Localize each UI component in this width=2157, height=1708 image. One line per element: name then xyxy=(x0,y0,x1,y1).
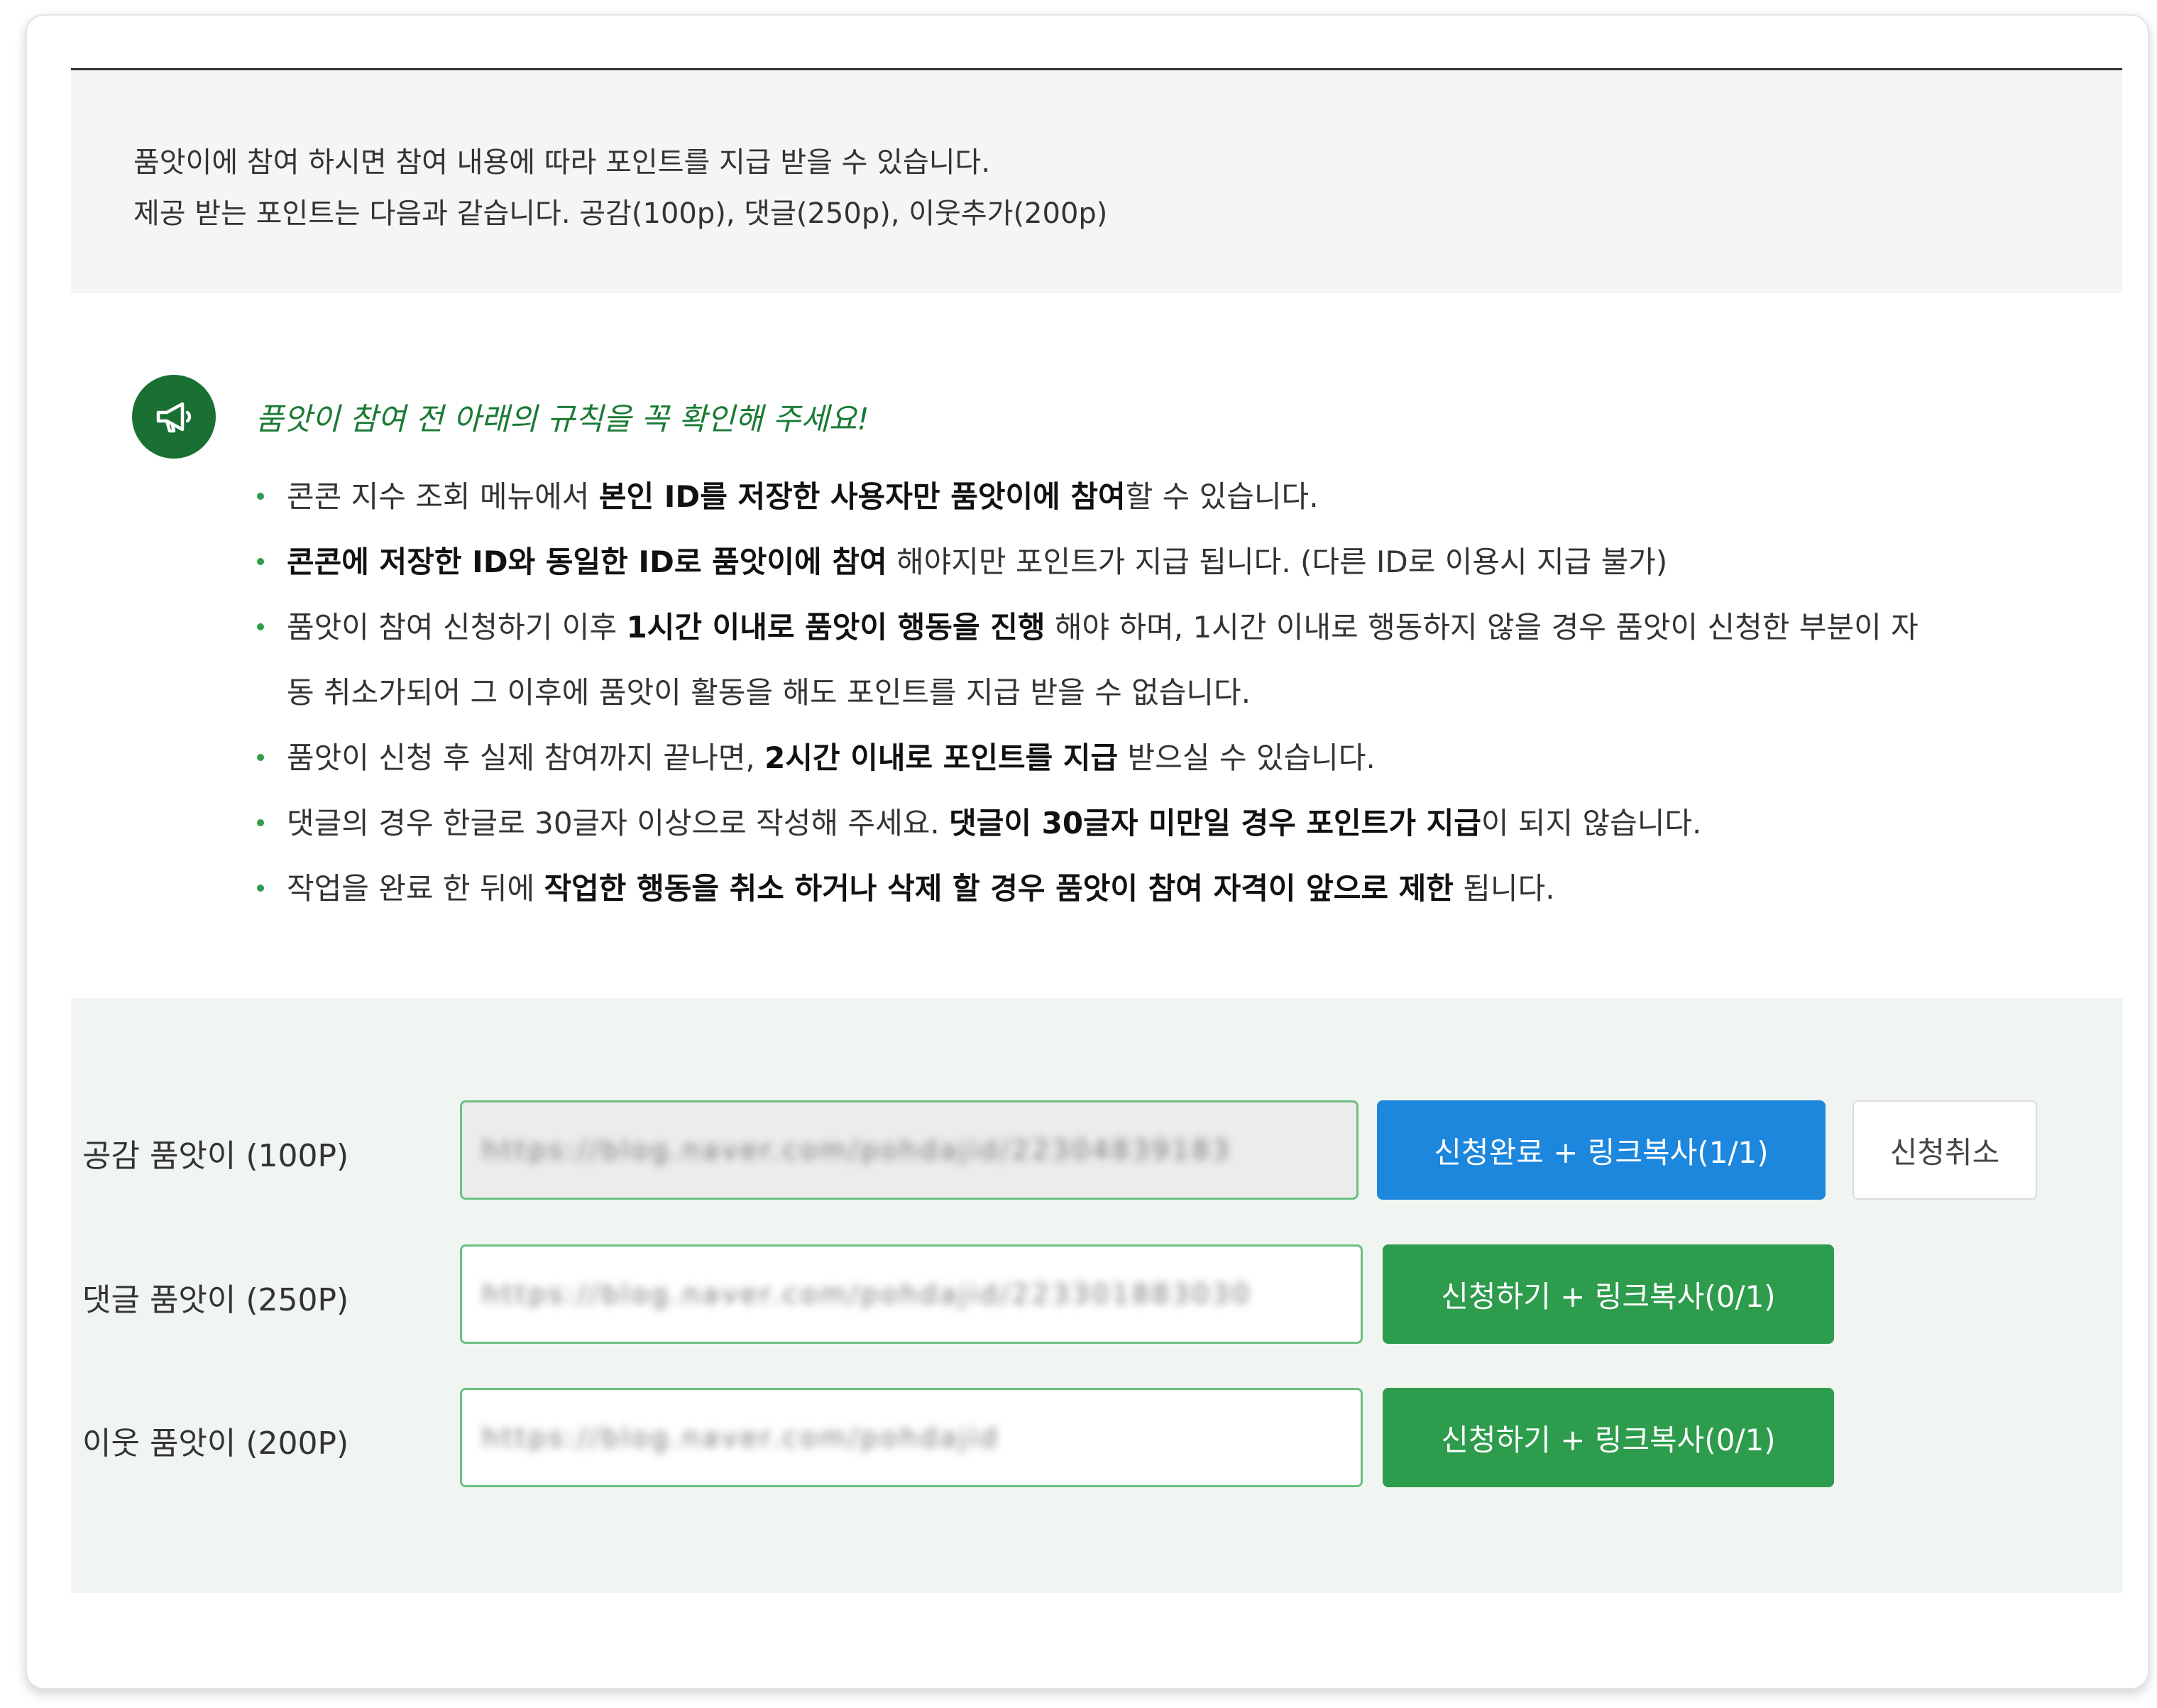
bullet-dot-icon xyxy=(257,885,264,892)
neighbor-url: https://blog.naver.com/pohdajid xyxy=(482,1422,1000,1453)
rule-segment: 품앗이 참여 신청하기 이후 xyxy=(287,610,627,645)
rule-segment: 받으실 수 있습니다. xyxy=(1118,740,1376,775)
rule-item: 댓글의 경우 한글로 30글자 이상으로 작성해 주세요. 댓글이 30글자 미… xyxy=(254,791,2100,856)
row-label-neighbor: 이웃 품앗이 (200P) xyxy=(82,1425,349,1462)
rule-emphasis: 댓글이 30글자 미만일 경우 포인트가 지급 xyxy=(949,806,1481,841)
notice-line-2: 제공 받는 포인트는 다음과 같습니다. 공감(100p), 댓글(250p),… xyxy=(133,197,1108,230)
neighbor-apply-button[interactable]: 신청하기 + 링크복사(0/1) xyxy=(1383,1388,1834,1487)
rule-text: 품앗이 참여 신청하기 이후 1시간 이내로 품앗이 행동을 진행 해야 하며,… xyxy=(287,595,2100,726)
rules-list: 콘콘 지수 조회 메뉴에서 본인 ID를 저장한 사용자만 품앗이에 참여할 수… xyxy=(254,464,2100,921)
bullet-dot-icon xyxy=(257,623,264,630)
rules-title: 품앗이 참여 전 아래의 규칙을 꼭 확인해 주세요! xyxy=(256,402,869,437)
rule-item: 콘콘에 저장한 ID와 동일한 ID로 품앗이에 참여 해야지만 포인트가 지급… xyxy=(254,530,2100,595)
rule-item: 품앗이 신청 후 실제 참여까지 끝나면, 2시간 이내로 포인트를 지급 받으… xyxy=(254,726,2100,791)
empathy-url-field: https://blog.naver.com/pohdajid/22304839… xyxy=(460,1100,1359,1200)
rule-segment: 콘콘 지수 조회 메뉴에서 xyxy=(287,479,599,514)
neighbor-url-field[interactable]: https://blog.naver.com/pohdajid xyxy=(460,1388,1363,1487)
comment-url-field[interactable]: https://blog.naver.com/pohdajid/22330188… xyxy=(460,1244,1363,1344)
rule-segment: 댓글의 경우 한글로 30글자 이상으로 작성해 주세요. xyxy=(287,806,950,841)
comment-url: https://blog.naver.com/pohdajid/22330188… xyxy=(482,1279,1252,1310)
empathy-url: https://blog.naver.com/pohdajid/22304839… xyxy=(482,1134,1232,1166)
points-notice: 품앗이에 참여 하시면 참여 내용에 따라 포인트를 지급 받을 수 있습니다.… xyxy=(71,70,2122,293)
notice-line-1: 품앗이에 참여 하시면 참여 내용에 따라 포인트를 지급 받을 수 있습니다. xyxy=(133,146,991,179)
rule-text: 댓글의 경우 한글로 30글자 이상으로 작성해 주세요. 댓글이 30글자 미… xyxy=(287,791,2100,856)
rule-text: 작업을 완료 한 뒤에 작업한 행동을 취소 하거나 삭제 할 경우 품앗이 참… xyxy=(287,856,2100,921)
megaphone-icon xyxy=(132,375,216,459)
rule-segment: 품앗이 신청 후 실제 참여까지 끝나면, xyxy=(287,740,765,775)
rule-segment: 동 취소가되어 그 이후에 품앗이 활동을 해도 포인트를 지급 받을 수 없습… xyxy=(287,675,1251,710)
rule-segment: 이 되지 않습니다. xyxy=(1481,806,1702,841)
rule-item: 작업을 완료 한 뒤에 작업한 행동을 취소 하거나 삭제 할 경우 품앗이 참… xyxy=(254,856,2100,921)
row-label-comment: 댓글 품앗이 (250P) xyxy=(82,1282,349,1318)
rule-emphasis: 본인 ID를 저장한 사용자만 품앗이에 참여 xyxy=(598,479,1126,514)
rule-text: 콘콘 지수 조회 메뉴에서 본인 ID를 저장한 사용자만 품앗이에 참여할 수… xyxy=(287,464,2100,530)
rule-segment: 됩니다. xyxy=(1453,871,1555,906)
empathy-apply-done-button[interactable]: 신청완료 + 링크복사(1/1) xyxy=(1377,1100,1826,1200)
rule-emphasis: 작업한 행동을 취소 하거나 삭제 할 경우 품앗이 참여 자격이 앞으로 제한 xyxy=(544,871,1454,906)
comment-apply-button[interactable]: 신청하기 + 링크복사(0/1) xyxy=(1383,1244,1834,1344)
rule-segment: 해야지만 포인트가 지급 됩니다. (다른 ID로 이용시 지급 불가) xyxy=(887,544,1668,579)
rule-text: 품앗이 신청 후 실제 참여까지 끝나면, 2시간 이내로 포인트를 지급 받으… xyxy=(287,726,2100,791)
bullet-dot-icon xyxy=(257,754,264,761)
row-label-empathy: 공감 품앗이 (100P) xyxy=(82,1138,349,1174)
bullet-dot-icon xyxy=(257,558,264,565)
bullet-dot-icon xyxy=(257,493,264,500)
bullet-dot-icon xyxy=(257,819,264,826)
rule-segment: 할 수 있습니다. xyxy=(1125,479,1319,514)
rule-item: 콘콘 지수 조회 메뉴에서 본인 ID를 저장한 사용자만 품앗이에 참여할 수… xyxy=(254,464,2100,530)
rule-segment: 해야 하며, 1시간 이내로 행동하지 않을 경우 품앗이 신청한 부분이 자 xyxy=(1045,610,1919,645)
rule-emphasis: 1시간 이내로 품앗이 행동을 진행 xyxy=(626,610,1045,645)
rule-item: 품앗이 참여 신청하기 이후 1시간 이내로 품앗이 행동을 진행 해야 하며,… xyxy=(254,595,2100,726)
rule-emphasis: 2시간 이내로 포인트를 지급 xyxy=(764,740,1119,775)
rule-text: 콘콘에 저장한 ID와 동일한 ID로 품앗이에 참여 해야지만 포인트가 지급… xyxy=(287,530,2100,595)
rule-emphasis: 콘콘에 저장한 ID와 동일한 ID로 품앗이에 참여 xyxy=(287,544,887,579)
rule-segment: 작업을 완료 한 뒤에 xyxy=(287,871,544,906)
empathy-cancel-button[interactable]: 신청취소 xyxy=(1853,1100,2037,1200)
